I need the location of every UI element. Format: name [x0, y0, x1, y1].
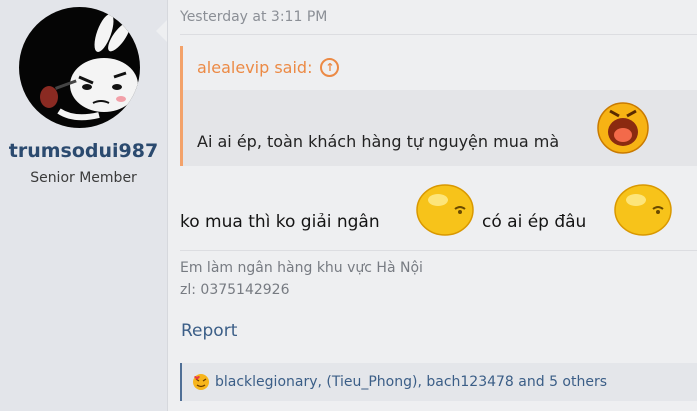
user-title: Senior Member — [30, 170, 137, 186]
message-text-1: ko mua thì ko giải ngân — [180, 212, 380, 232]
post-body: Yesterday at 3:11 PM alealevip said: ↑ A… — [168, 0, 697, 411]
shouting-emoticon-icon — [597, 102, 649, 154]
smile-emoticon-icon — [614, 184, 672, 236]
signature-line-2: zl: 0375142926 — [180, 282, 290, 298]
user-info-panel: trumsodui987 Senior Member — [0, 0, 168, 411]
avatar-image — [40, 14, 138, 121]
reactions-text[interactable]: blacklegionary, (Tieu_Phong), bach123478… — [215, 374, 607, 390]
quote-block: alealevip said: ↑ Ai ai ép, toàn khách h… — [180, 46, 697, 166]
username[interactable]: trumsodui987 — [0, 140, 167, 162]
quote-author-label: alealevip said: — [197, 58, 313, 77]
love-reaction-icon — [193, 374, 209, 390]
message-text-2: có ai ép đâu — [482, 212, 587, 232]
post-date[interactable]: Yesterday at 3:11 PM — [180, 9, 327, 25]
report-link[interactable]: Report — [181, 321, 237, 341]
divider — [180, 34, 697, 35]
smile-emoticon-icon — [416, 184, 474, 236]
quote-text: Ai ai ép, toàn khách hàng tự nguyện mua … — [197, 132, 560, 151]
avatar[interactable] — [19, 7, 140, 128]
post-pointer-arrow — [156, 20, 167, 42]
signature-divider — [180, 250, 697, 251]
arrow-up-circle-icon[interactable]: ↑ — [320, 58, 340, 77]
signature-line-1: Em làm ngân hàng khu vực Hà Nội — [180, 260, 423, 276]
quote-author[interactable]: alealevip said: ↑ — [197, 58, 340, 77]
reactions-bar[interactable]: blacklegionary, (Tieu_Phong), bach123478… — [180, 363, 697, 401]
